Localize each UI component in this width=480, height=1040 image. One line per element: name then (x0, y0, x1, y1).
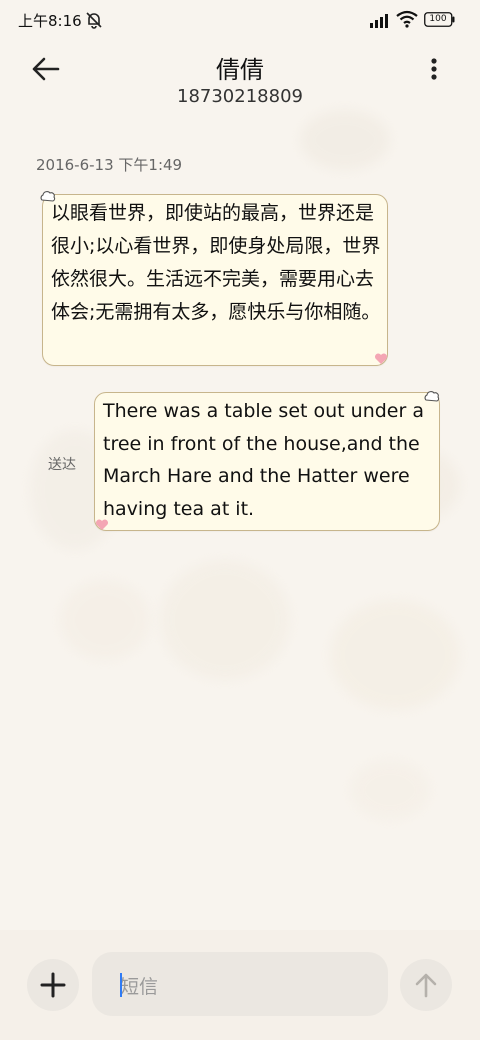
wifi-icon (396, 10, 418, 32)
wallpaper-decoration (330, 600, 460, 710)
text-cursor (120, 973, 122, 997)
status-time: 上午8:16 (18, 12, 82, 30)
battery-icon: 100 (424, 12, 456, 28)
arrow-up-icon (415, 973, 437, 998)
cloud-decoration-icon (40, 191, 56, 202)
contact-number: 18730218809 (177, 86, 303, 107)
contact-name: 倩倩 (216, 56, 264, 84)
battery-level: 100 (429, 14, 447, 24)
cloud-decoration-icon (424, 391, 440, 402)
status-bar: 上午8:16 100 (0, 0, 480, 40)
outgoing-message-text: There was a table set out under a tree i… (103, 400, 424, 520)
signal-icon (370, 12, 392, 32)
heart-decoration-icon (374, 353, 388, 364)
wallpaper-decoration (160, 560, 290, 680)
message-input-placeholder: 短信 (120, 976, 159, 998)
send-button[interactable] (400, 959, 452, 1011)
more-vertical-icon (431, 58, 437, 80)
wallpaper-decoration (350, 760, 430, 820)
wallpaper-decoration (60, 580, 150, 660)
heart-decoration-icon (95, 519, 109, 530)
more-options-button[interactable] (420, 56, 448, 84)
outgoing-message-bubble[interactable]: There was a table set out under a tree i… (94, 391, 440, 531)
wallpaper-decoration (300, 110, 390, 170)
mute-bell-icon (84, 10, 104, 30)
plus-icon (40, 972, 66, 998)
delivery-status: 送达 (48, 457, 76, 473)
incoming-message-bubble[interactable]: 以眼看世界，即使站的最高，世界还是很小;以心看世界，即使身处局限，世界依然很大。… (40, 191, 388, 366)
incoming-message-text: 以眼看世界，即使站的最高，世界还是很小;以心看世界，即使身处局限，世界依然很大。… (51, 202, 381, 323)
add-attachment-button[interactable] (27, 959, 79, 1011)
message-input[interactable]: 短信 (92, 952, 388, 1016)
message-timestamp: 2016-6-13 下午1:49 (36, 156, 183, 174)
